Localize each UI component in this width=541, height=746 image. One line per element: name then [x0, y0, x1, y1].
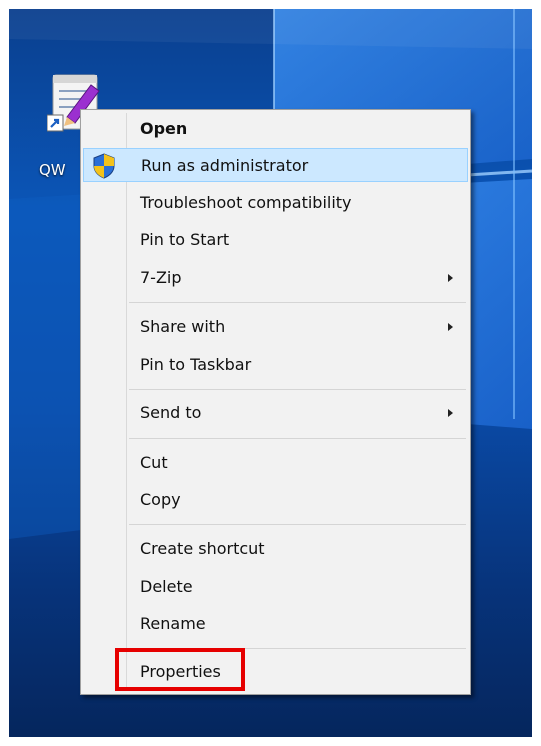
- menu-item-send-to[interactable]: Send to: [83, 396, 468, 430]
- menu-item-open[interactable]: Open: [83, 112, 468, 146]
- menu-item-label: Cut: [140, 453, 168, 472]
- menu-separator: [129, 524, 466, 525]
- menu-item-pin-to-start[interactable]: Pin to Start: [83, 223, 468, 257]
- menu-item-label: Send to: [140, 403, 202, 422]
- menu-item-label: Pin to Taskbar: [140, 355, 252, 374]
- menu-item-label: Troubleshoot compatibility: [140, 193, 352, 212]
- menu-item-cut[interactable]: Cut: [83, 446, 468, 480]
- menu-item-7zip[interactable]: 7-Zip: [83, 261, 468, 295]
- menu-item-pin-to-taskbar[interactable]: Pin to Taskbar: [83, 348, 468, 382]
- menu-item-rename[interactable]: Rename: [83, 607, 468, 641]
- annotation-highlight-box: [115, 648, 245, 691]
- menu-item-copy[interactable]: Copy: [83, 483, 468, 517]
- menu-item-share-with[interactable]: Share with: [83, 310, 468, 344]
- menu-item-troubleshoot-compatibility[interactable]: Troubleshoot compatibility: [83, 186, 468, 220]
- menu-item-label: Create shortcut: [140, 539, 265, 558]
- menu-item-label: Pin to Start: [140, 230, 230, 249]
- submenu-arrow-icon: [448, 323, 453, 331]
- menu-item-label: 7-Zip: [140, 268, 182, 287]
- menu-item-label: Share with: [140, 317, 226, 336]
- menu-separator: [129, 389, 466, 390]
- submenu-arrow-icon: [448, 274, 453, 282]
- menu-separator: [129, 438, 466, 439]
- menu-item-label: Delete: [140, 577, 193, 596]
- menu-item-label: Run as administrator: [141, 156, 309, 175]
- menu-item-label: Open: [140, 119, 188, 138]
- menu-item-label: Rename: [140, 614, 206, 633]
- submenu-arrow-icon: [448, 409, 453, 417]
- menu-item-label: Copy: [140, 490, 181, 509]
- context-menu: Open Run as administrator Troubleshoot c…: [80, 109, 471, 695]
- screenshot-frame: QW Open Run as administrator Troubleshoo…: [0, 0, 541, 746]
- uac-shield-icon: [93, 153, 115, 179]
- menu-separator: [129, 302, 466, 303]
- menu-item-delete[interactable]: Delete: [83, 570, 468, 604]
- menu-item-run-as-administrator[interactable]: Run as administrator: [83, 148, 468, 182]
- menu-item-create-shortcut[interactable]: Create shortcut: [83, 532, 468, 566]
